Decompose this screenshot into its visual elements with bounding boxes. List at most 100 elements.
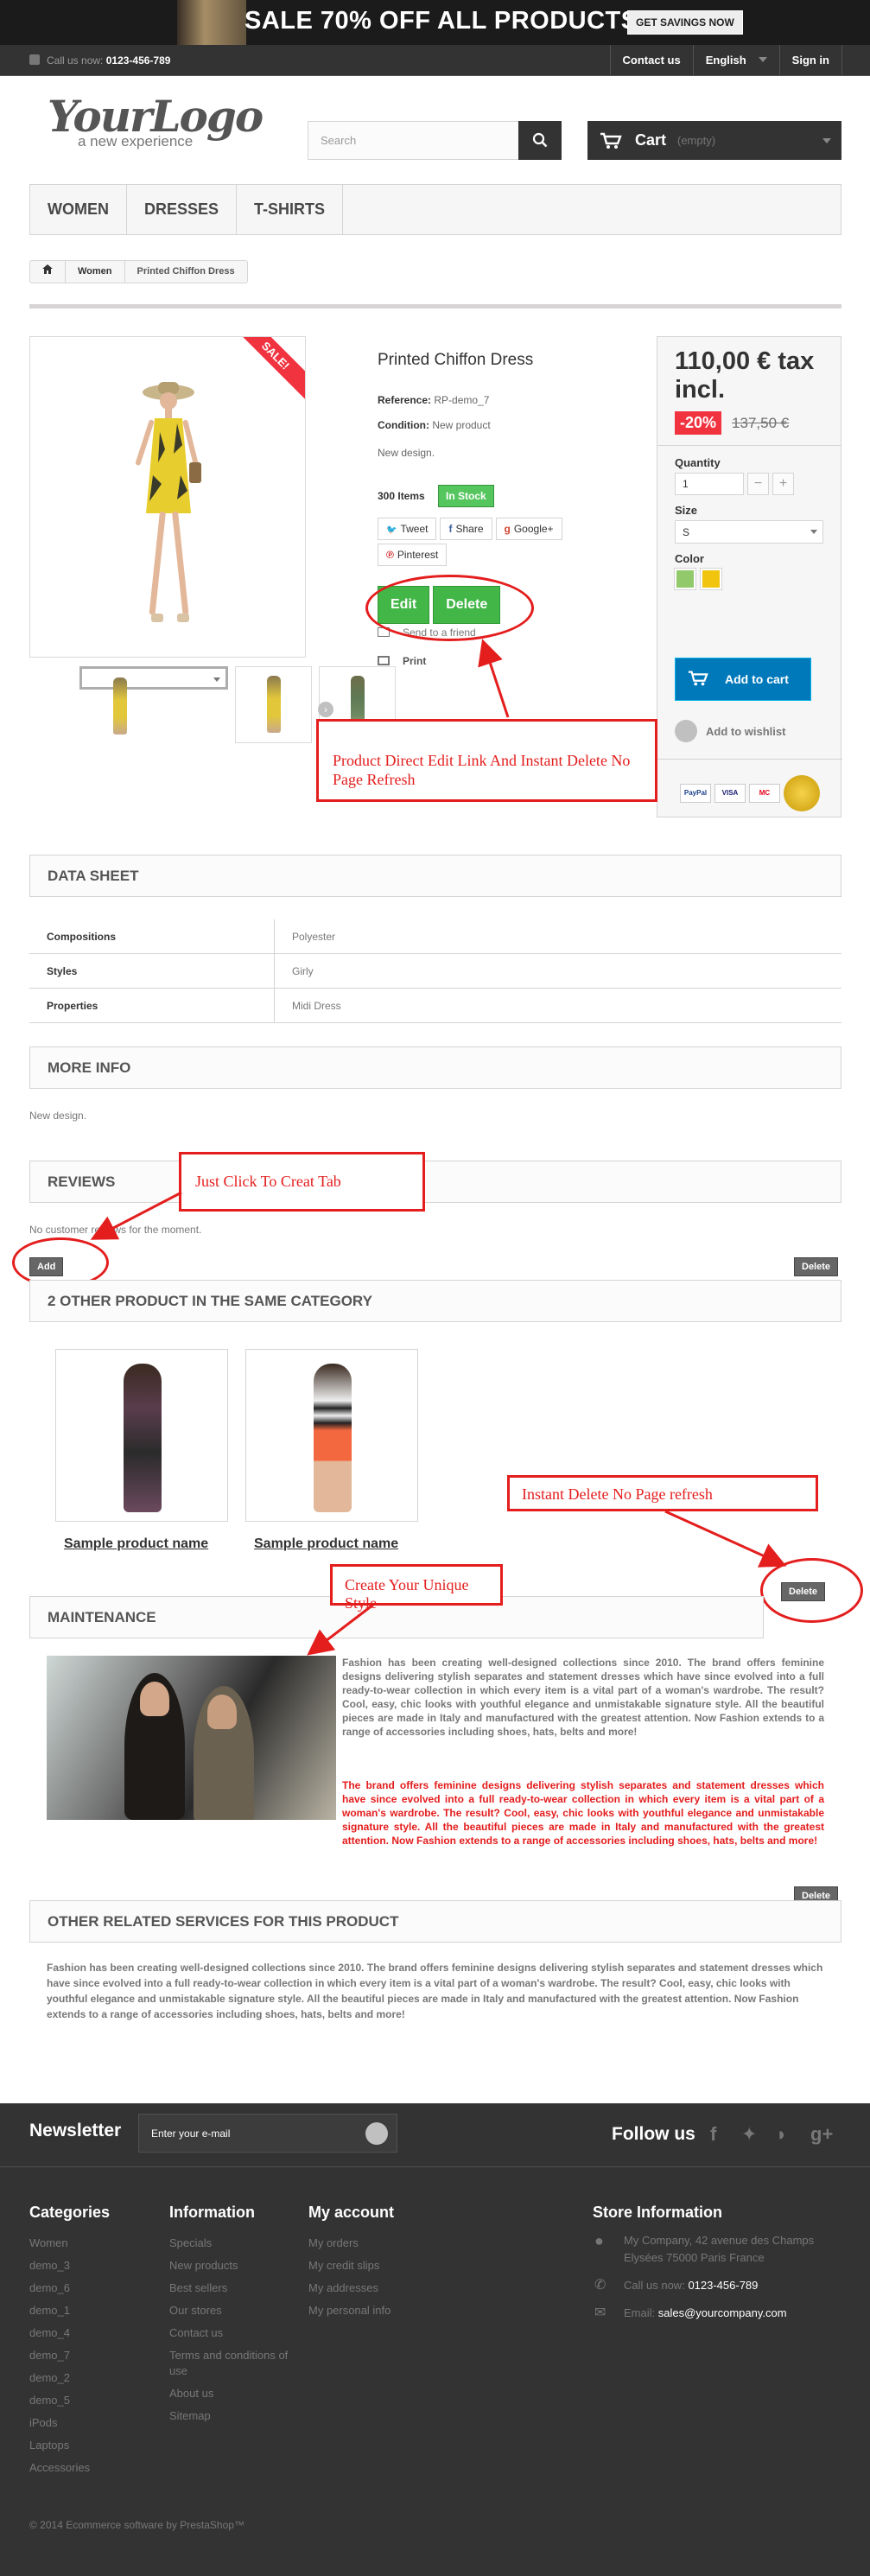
contact-us-link[interactable]: Contact us [609,45,693,76]
items-count: 300 Items [378,490,425,502]
buy-box: 110,00 € tax incl. -20% 137,50 € Quantit… [657,336,842,817]
footer-link[interactable]: iPods [29,2412,110,2434]
google-plus-button[interactable]: g Google+ [495,518,562,540]
sale-flag: SALE! [232,337,305,400]
cart-icon [600,132,622,149]
footer-link[interactable]: Contact us [169,2322,290,2344]
footer-link[interactable]: Laptops [29,2434,110,2457]
stock-badge: In Stock [438,485,494,507]
product-title: Printed Chiffon Dress [378,351,534,369]
menu-item-women[interactable]: WOMEN [30,185,127,234]
payment-logos: PayPal VISA MC [657,759,842,811]
search-input[interactable]: Search [308,121,562,160]
footer-link[interactable]: My addresses [308,2277,394,2299]
quantity-stepper: 1 − + [675,473,841,495]
pinterest-icon: ℗ [386,549,394,561]
chevron-down-icon [758,57,767,62]
search-button[interactable] [518,121,562,160]
copyright: © 2014 Ecommerce software by PrestaShop™ [29,2519,244,2531]
color-swatch-green[interactable] [674,568,696,590]
search-icon [532,132,548,148]
share-button[interactable]: f Share [440,518,492,540]
add-to-cart-button[interactable]: Add to cart [675,658,811,701]
footer-link[interactable]: demo_6 [29,2277,110,2299]
related-product-name[interactable]: Sample product name [64,1536,208,1552]
footer-link[interactable]: Terms and conditions of use [169,2348,290,2379]
annotation-edit-delete: Product Direct Edit Link And Instant Del… [316,719,657,802]
tweet-button[interactable]: Tweet [378,518,437,540]
cart-icon [688,671,708,686]
footer-link[interactable]: Sitemap [169,2405,290,2427]
banner-sale-text: SALE 70% OFF ALL PRODUCTS [244,7,638,35]
footer-link[interactable]: About us [169,2382,290,2405]
plus-icon[interactable]: + [772,473,794,495]
product-main-image[interactable]: SALE! [29,336,306,658]
footer-link[interactable]: demo_1 [29,2299,110,2322]
footer-link[interactable]: demo_2 [29,2367,110,2389]
maintenance-text: Fashion has been creating well-designed … [342,1657,824,1738]
footer-link[interactable]: demo_3 [29,2255,110,2277]
home-link[interactable] [30,261,66,283]
services-text: Fashion has been creating well-designed … [47,1962,823,2020]
menu-item-tshirts[interactable]: T-SHIRTS [237,185,344,234]
footer-categories: Categories Women demo_3 demo_6 demo_1 de… [29,2204,110,2479]
footer-link[interactable]: Best sellers [169,2277,290,2299]
newsletter-email-input[interactable]: Enter your e-mail [138,2114,397,2153]
footer-link[interactable]: My credit slips [308,2255,394,2277]
annotation-unique-style: Create Your Unique Style [330,1564,503,1612]
mastercard-logo: MC [749,784,780,803]
thumbnail[interactable] [79,666,228,735]
chevron-right-icon[interactable]: › [318,702,333,717]
footer-link[interactable]: Specials [169,2232,290,2255]
print-link[interactable]: Print [378,655,426,667]
main-menu: WOMEN DRESSES T-SHIRTS [29,184,841,235]
submit-arrow-icon[interactable] [365,2122,388,2145]
maintenance-red-text: The brand offers feminine designs delive… [342,1779,824,1847]
breadcrumb-women[interactable]: Women [66,261,125,283]
promo-banner[interactable]: SALE 70% OFF ALL PRODUCTS GET SAVINGS NO… [0,0,870,45]
quantity-input[interactable]: 1 [675,473,744,495]
moreinfo-header: MORE INFO [29,1046,841,1089]
google-plus-icon[interactable]: g+ [810,2123,833,2146]
phone-icon: ✆ [594,2278,606,2293]
page: SALE 70% OFF ALL PRODUCTS GET SAVINGS NO… [0,0,870,2576]
wishlist-link[interactable]: Add to wishlist [675,720,785,742]
delete-tab-button[interactable]: Delete [794,1257,839,1276]
facebook-icon[interactable]: f [710,2123,716,2146]
top-nav: Call us now: 0123-456-789 Contact us Eng… [0,45,870,76]
footer-link[interactable]: Our stores [169,2299,290,2322]
sign-in-link[interactable]: Sign in [778,45,842,76]
menu-item-dresses[interactable]: DRESSES [127,185,238,234]
footer-link[interactable]: My orders [308,2232,394,2255]
table-row: Styles Girly [29,953,841,989]
footer-link[interactable]: demo_7 [29,2344,110,2367]
follow-us-label: Follow us [612,2124,695,2144]
footer-link[interactable]: My personal info [308,2299,394,2322]
related-product-image[interactable] [55,1349,228,1522]
footer-information: Information Specials New products Best s… [169,2204,290,2427]
footer-link[interactable]: demo_5 [29,2389,110,2412]
email-link[interactable]: sales@yourcompany.com [658,2306,787,2319]
language-selector[interactable]: English [692,45,779,76]
banner-cta-button[interactable]: GET SAVINGS NOW [627,10,743,35]
cart-button[interactable]: Cart (empty) [587,121,841,160]
site-logo[interactable]: YourLogo a new experience [48,95,264,150]
newsletter-title: Newsletter [29,2121,122,2140]
related-product-image[interactable] [245,1349,418,1522]
table-row: Compositions Polyester [29,919,841,954]
related-product-name[interactable]: Sample product name [254,1536,398,1552]
minus-icon[interactable]: − [747,473,769,495]
top-links: Contact us English Sign in [609,45,842,76]
rss-icon[interactable]: ◗ [776,2123,787,2146]
newsletter-bar: Newsletter Enter your e-mail Follow us f… [0,2103,870,2166]
color-swatch-yellow[interactable] [700,568,722,590]
footer-link[interactable]: New products [169,2255,290,2277]
size-select[interactable]: S [675,520,823,544]
twitter-icon[interactable]: ✦ [741,2123,757,2146]
pinterest-button[interactable]: ℗ Pinterest [378,544,448,566]
footer-link[interactable]: Accessories [29,2457,110,2479]
footer-link[interactable]: Women [29,2232,110,2255]
footer-link[interactable]: demo_4 [29,2322,110,2344]
thumbnail[interactable] [235,666,312,743]
datasheet-table: Compositions Polyester Styles Girly Proper… [29,919,841,1023]
